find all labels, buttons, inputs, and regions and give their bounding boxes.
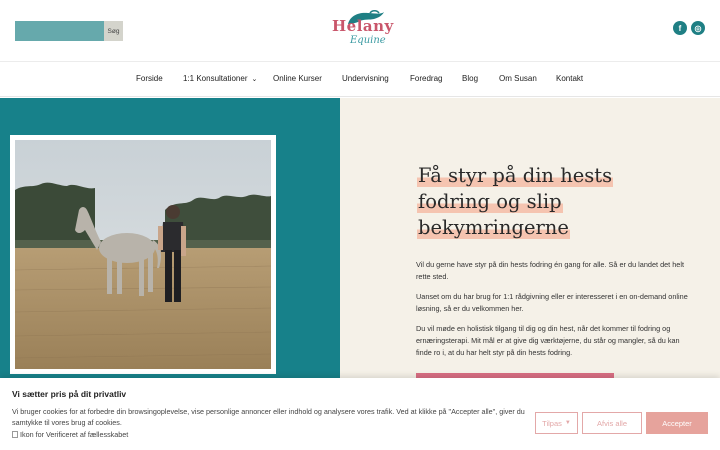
search-input[interactable] <box>15 21 104 41</box>
accept-button[interactable]: Accepter <box>646 412 708 434</box>
site-header: Søg Helany Equine f ◎ <box>0 0 720 62</box>
logo-subtitle: Equine <box>350 35 386 46</box>
customize-label: Tilpas <box>542 418 562 428</box>
nav-item-foredrag[interactable]: Foredrag <box>410 74 442 83</box>
nav-item-online-kurser[interactable]: Online Kurser <box>273 74 322 83</box>
verified-badge-alt: Ikon for Verificeret af fællesskabet <box>20 430 129 439</box>
nav-item-undervisning[interactable]: Undervisning <box>342 74 389 83</box>
chevron-down-icon: ⌄ <box>251 76 258 83</box>
nav-item-label: 1:1 Konsultationer <box>183 74 248 83</box>
hero-title-line: Få styr på din hests <box>417 164 614 187</box>
facebook-icon[interactable]: f <box>673 21 687 35</box>
instagram-icon[interactable]: ◎ <box>691 21 705 35</box>
logo-wordmark: Helany <box>332 17 394 35</box>
main-nav: Forside 1:1 Konsultationer ⌄ Online Kurse… <box>0 63 720 97</box>
hero-paragraph: Du vil møde en holistisk tilgang til dig… <box>416 324 680 357</box>
nav-item-forside[interactable]: Forside <box>136 74 163 83</box>
hero-title: Få styr på din hests fodring og slip bek… <box>417 163 697 241</box>
hero-paragraph: Vil du gerne have styr på din hests fodr… <box>416 260 685 281</box>
customize-button[interactable]: Tilpas ▼ <box>535 412 578 434</box>
hero-photo <box>15 140 271 369</box>
nav-item-kontakt[interactable]: Kontakt <box>556 74 583 83</box>
broken-image-icon <box>12 431 18 438</box>
search-form: Søg <box>15 21 123 41</box>
site-logo[interactable]: Helany Equine <box>330 10 393 50</box>
verified-badge: Ikon for Verificeret af fællesskabet <box>12 430 128 439</box>
hero-title-line: fodring og slip <box>417 190 563 213</box>
hero-paragraph: Uanset om du har brug for 1:1 rådgivning… <box>416 292 688 313</box>
search-button[interactable]: Søg <box>104 21 123 41</box>
caret-down-icon: ▼ <box>564 420 571 426</box>
cookie-title: Vi sætter pris på dit privatliv <box>12 389 127 399</box>
nav-item-konsultationer[interactable]: 1:1 Konsultationer ⌄ <box>183 74 257 83</box>
hero-title-line: bekymringerne <box>417 216 570 239</box>
reject-all-button[interactable]: Afvis alle <box>582 412 642 434</box>
cookie-text: Vi bruger cookies for at forbedre din br… <box>12 407 525 427</box>
cookie-banner: Vi sætter pris på dit privatliv Vi bruge… <box>0 378 720 450</box>
nav-item-om-susan[interactable]: Om Susan <box>499 74 537 83</box>
nav-item-blog[interactable]: Blog <box>462 74 478 83</box>
